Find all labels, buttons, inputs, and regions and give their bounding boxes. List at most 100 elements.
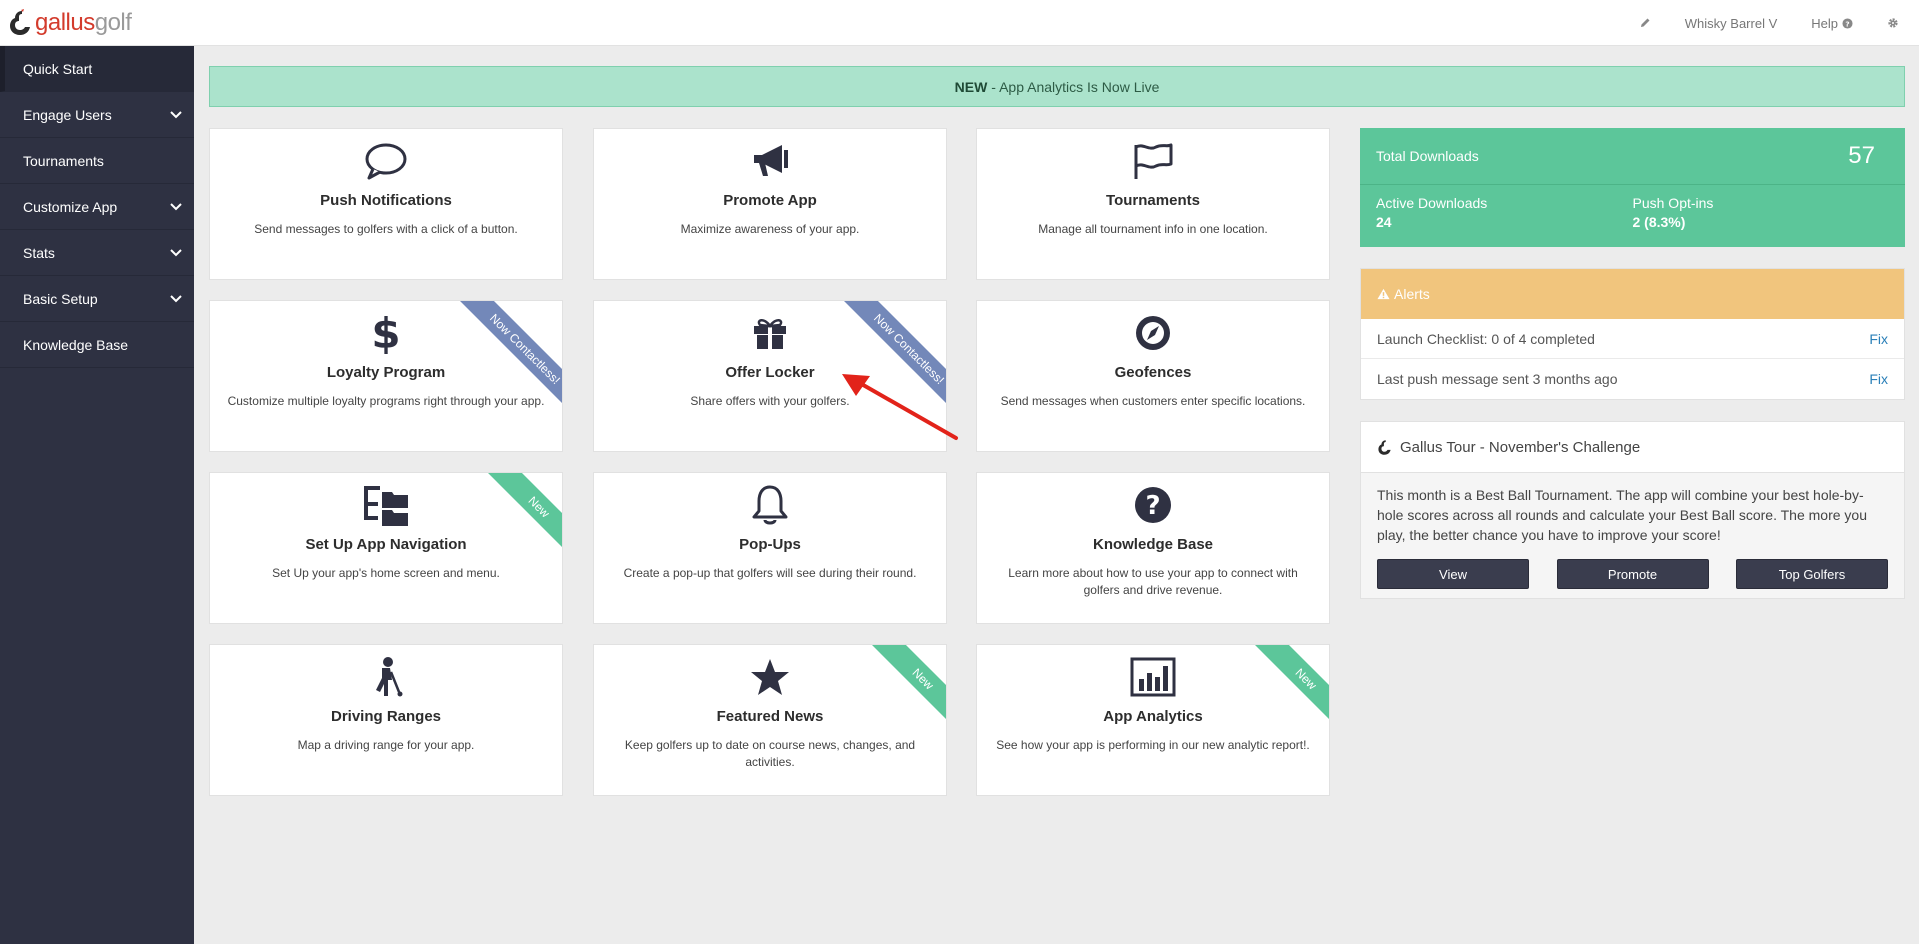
- card-title: Knowledge Base: [1092, 536, 1214, 553]
- warning-icon: [1377, 288, 1390, 300]
- account-menu[interactable]: Whisky Barrel V: [1685, 16, 1777, 31]
- help-label: Help: [1811, 15, 1838, 31]
- sidebar-item-engage-users[interactable]: Engage Users: [0, 92, 194, 138]
- sidebar-item-label: Basic Setup: [23, 290, 98, 307]
- compass-icon: [1136, 316, 1170, 350]
- chevron-down-icon: [170, 202, 182, 210]
- downloads-panel: Total Downloads 57 Active Downloads 24 P…: [1360, 128, 1905, 247]
- sidebar-item-knowledge-base[interactable]: Knowledge Base: [0, 322, 194, 368]
- alerts-title: Alerts: [1394, 286, 1430, 302]
- card-description: Manage all tournament info in one locati…: [1038, 222, 1268, 236]
- alerts-panel: Alerts Launch Checklist: 0 of 4 complete…: [1360, 268, 1905, 400]
- sidebar-item-label: Engage Users: [23, 106, 112, 123]
- card-push-notifications[interactable]: Push Notifications Send messages to golf…: [209, 128, 563, 280]
- card-loyalty-program[interactable]: $ Loyalty Program Customize multiple loy…: [209, 300, 563, 452]
- red-arrow-annotation: [842, 374, 958, 440]
- card-description: Customize multiple loyalty programs righ…: [227, 394, 545, 408]
- gift-icon: [754, 319, 786, 349]
- folder-tree-icon: [364, 486, 408, 526]
- top-golfers-button[interactable]: Top Golfers: [1736, 559, 1888, 589]
- sidebar-item-customize-app[interactable]: Customize App: [0, 184, 194, 230]
- banner-badge: NEW: [954, 78, 988, 95]
- sidebar-item-label: Customize App: [23, 198, 118, 215]
- sidebar-item-label: Quick Start: [23, 60, 93, 77]
- golfer-icon: [376, 657, 403, 697]
- sidebar: Quick Start Engage Users Tournaments Cus…: [0, 46, 194, 944]
- alert-text: Launch Checklist: 0 of 4 completed: [1377, 330, 1595, 347]
- chevron-down-icon: [170, 110, 182, 118]
- svg-text:?: ?: [1845, 19, 1849, 28]
- sidebar-item-tournaments[interactable]: Tournaments: [0, 138, 194, 184]
- rooster-icon: [1378, 439, 1391, 455]
- active-downloads-label: Active Downloads: [1376, 195, 1488, 211]
- card-description: Map a driving range for your app.: [297, 738, 475, 752]
- gallus-golf-logo[interactable]: gallusgolf: [8, 9, 132, 37]
- gear-icon: [1888, 18, 1898, 28]
- sidebar-item-stats[interactable]: Stats: [0, 230, 194, 276]
- card-promote-app[interactable]: Promote App Maximize awareness of your a…: [593, 128, 947, 280]
- card-description: Create a pop-up that golfers will see du…: [623, 566, 917, 580]
- sidebar-item-quick-start[interactable]: Quick Start: [0, 46, 194, 92]
- question-icon: ?: [1135, 487, 1171, 523]
- card-title: Featured News: [716, 708, 824, 725]
- card-description: Send messages to golfers with a click of…: [254, 222, 518, 236]
- rooster-logo-icon: [10, 9, 30, 35]
- card-title: Promote App: [723, 192, 817, 209]
- view-button[interactable]: View: [1377, 559, 1529, 589]
- card-app-analytics[interactable]: App Analytics See how your app is perfor…: [976, 644, 1330, 796]
- dollar-icon: $: [371, 312, 400, 354]
- card-description: See how your app is performing in our ne…: [996, 738, 1310, 752]
- tour-header: Gallus Tour - November's Challenge: [1361, 422, 1904, 473]
- question-circle-icon: ?: [1842, 17, 1853, 29]
- megaphone-icon: [754, 145, 788, 176]
- fix-link[interactable]: Fix: [1869, 331, 1888, 347]
- settings-button[interactable]: [1887, 17, 1899, 29]
- fix-link[interactable]: Fix: [1869, 371, 1888, 387]
- gallus-tour-panel: Gallus Tour - November's Challenge This …: [1360, 421, 1905, 599]
- alerts-header: Alerts: [1361, 269, 1904, 319]
- card-title: Geofences: [1114, 364, 1192, 381]
- card-title: Set Up App Navigation: [305, 536, 467, 553]
- top-bar: gallusgolf Whisky Barrel V Help ?: [0, 0, 1919, 46]
- push-opt-ins-label: Push Opt-ins: [1632, 195, 1714, 211]
- card-title: App Analytics: [1103, 708, 1203, 725]
- logo-golf-text: golf: [94, 9, 132, 36]
- alert-row: Launch Checklist: 0 of 4 completed Fix: [1361, 319, 1904, 359]
- sidebar-item-basic-setup[interactable]: Basic Setup: [0, 276, 194, 322]
- card-title: Pop-Ups: [739, 536, 801, 553]
- card-driving-ranges[interactable]: Driving Ranges Map a driving range for y…: [209, 644, 563, 796]
- card-description: Set Up your app's home screen and menu.: [272, 566, 500, 580]
- help-menu[interactable]: Help ?: [1811, 16, 1853, 31]
- total-downloads-label: Total Downloads: [1376, 148, 1479, 164]
- card-set-up-app-navigation[interactable]: Set Up App Navigation Set Up your app's …: [209, 472, 563, 624]
- active-downloads-value: 24: [1376, 214, 1392, 230]
- flag-icon: [1134, 143, 1173, 179]
- card-tournaments[interactable]: Tournaments Manage all tournament info i…: [976, 128, 1330, 280]
- bell-icon: [752, 485, 788, 525]
- card-geofences[interactable]: Geofences Send messages when customers e…: [976, 300, 1330, 452]
- tour-description: This month is a Best Ball Tournament. Th…: [1377, 487, 1867, 543]
- tour-title: Gallus Tour - November's Challenge: [1400, 438, 1641, 456]
- pencil-icon: [1640, 18, 1650, 27]
- card-featured-news[interactable]: Featured News Keep golfers up to date on…: [593, 644, 947, 796]
- chevron-down-icon: [170, 294, 182, 302]
- card-description: Learn more about how to use your app to …: [1008, 566, 1298, 597]
- card-title: Push Notifications: [320, 192, 452, 209]
- announcement-banner[interactable]: NEW - App Analytics Is Now Live: [209, 66, 1905, 107]
- alert-text: Last push message sent 3 months ago: [1377, 371, 1618, 387]
- card-description: Maximize awareness of your app.: [680, 222, 860, 236]
- alert-row: Last push message sent 3 months ago Fix: [1361, 359, 1904, 399]
- star-icon: [751, 659, 789, 695]
- push-opt-ins-value: 2 (8.3%): [1632, 214, 1686, 230]
- promote-button[interactable]: Promote: [1556, 559, 1709, 589]
- card-pop-ups[interactable]: Pop-Ups Create a pop-up that golfers wil…: [593, 472, 947, 624]
- bar-chart-icon: [1130, 657, 1176, 697]
- card-title: Tournaments: [1106, 192, 1200, 209]
- speech-bubble-icon: [365, 143, 407, 180]
- card-knowledge-base[interactable]: ? Knowledge Base Learn more about how to…: [976, 472, 1330, 624]
- sidebar-item-label: Tournaments: [23, 152, 104, 169]
- card-title: Driving Ranges: [330, 708, 442, 725]
- card-title: Loyalty Program: [326, 364, 446, 381]
- svg-text:?: ?: [1145, 491, 1160, 521]
- edit-button[interactable]: [1639, 17, 1651, 29]
